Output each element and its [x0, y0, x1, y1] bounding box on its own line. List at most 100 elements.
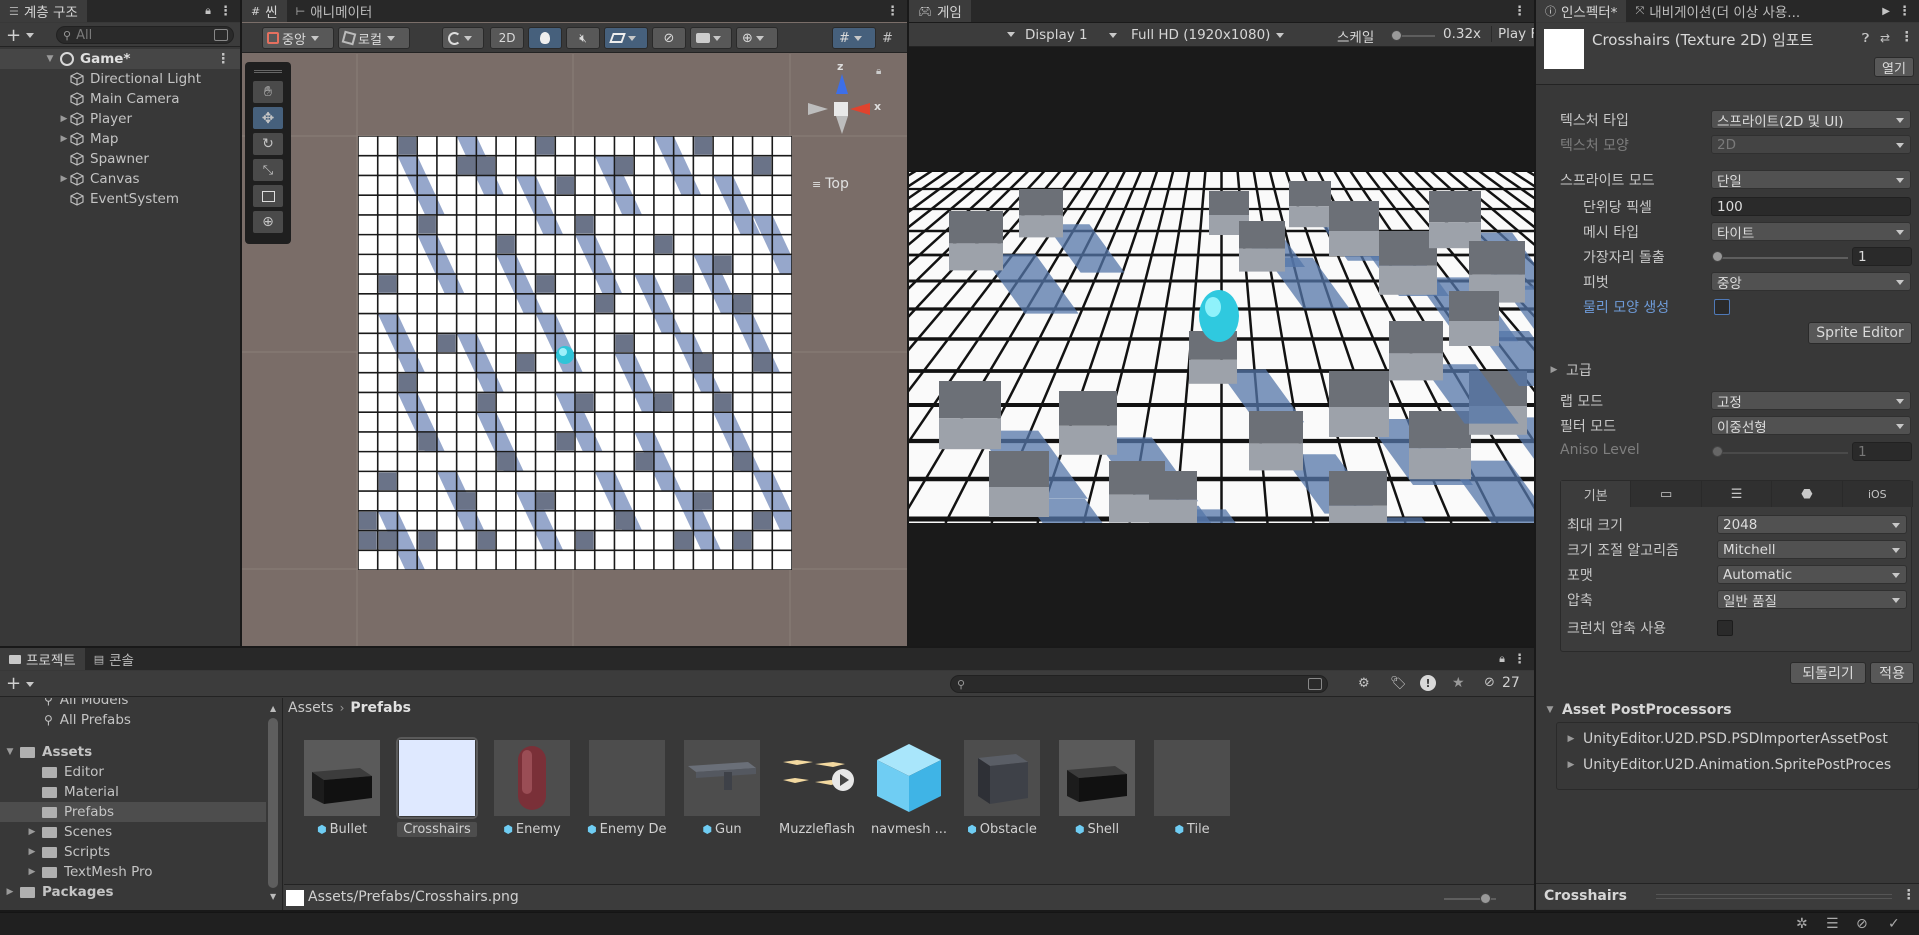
lock-icon[interactable]: 🔒︎ [876, 66, 881, 77]
lighting-toggle[interactable] [528, 27, 562, 49]
move-tool-button[interactable]: ✥ [253, 107, 283, 129]
scene-root-row[interactable]: ▼ Game* ⋮ [0, 49, 240, 69]
game-viewport[interactable] [909, 171, 1534, 523]
tab-console[interactable]: ▤ 콘솔 [85, 648, 143, 670]
hidden-objects-toggle[interactable]: ⊘ [652, 27, 686, 49]
inspector-prop-dropdown[interactable]: 단일 [1711, 170, 1911, 189]
kebab-menu-icon[interactable]: ⋮ [1513, 652, 1526, 667]
hierarchy-item[interactable]: Spawner [0, 149, 240, 169]
tab-inspector[interactable]: ⓘ 인스펙터* [1536, 0, 1627, 22]
gizmo-neg-x-cone[interactable] [808, 103, 828, 115]
hierarchy-item[interactable]: Directional Light [0, 69, 240, 89]
kebab-menu-icon[interactable]: ⋮ [886, 4, 899, 19]
platform-tab[interactable]: iOS [1842, 481, 1914, 507]
scale-tool-button[interactable]: ⤡ [253, 159, 283, 181]
advanced-foldout[interactable]: ▶ 고급 [1548, 360, 1592, 380]
revert-button[interactable]: 되돌리기 [1790, 662, 1866, 684]
expand-triangle-icon[interactable]: ▼ [4, 747, 16, 757]
project-folder-item[interactable]: ▶ Scenes [0, 822, 266, 842]
tree-divider[interactable] [282, 698, 283, 910]
mode-2d-toggle[interactable]: 2D [490, 27, 524, 49]
gizmo-x-cone[interactable] [850, 103, 870, 115]
chevron-down-icon[interactable] [26, 682, 34, 687]
kebab-menu-icon[interactable]: ⋮ [1900, 29, 1914, 45]
crunch-compression-checkbox[interactable] [1717, 620, 1733, 636]
increment-snap-icon[interactable]: # [882, 31, 893, 46]
kebab-menu-icon[interactable]: ⋮ [1902, 887, 1916, 903]
scene-viewport[interactable]: ✋︎ ✥ ↻ ⤡ ⊕ z x 🔒︎ ≡ Top [242, 54, 907, 646]
network-icon[interactable]: ⊘ [1856, 916, 1868, 932]
palette-grip[interactable] [254, 70, 282, 73]
platform-tab-default[interactable]: 기본 [1561, 481, 1632, 507]
tree-scroll-down-icon[interactable]: ▼ [270, 892, 276, 901]
tab-scene[interactable]: # 씬 [242, 0, 287, 22]
asset-item[interactable]: ⬢ Shell [1057, 740, 1137, 837]
asset-item[interactable]: ⬢ Obstacle [962, 740, 1042, 837]
search-type-icon[interactable] [214, 29, 228, 41]
pixels-per-unit-field[interactable]: 100 [1711, 197, 1911, 216]
expand-triangle-icon[interactable]: ▶ [58, 174, 70, 184]
gizmo-center-cube[interactable] [834, 102, 848, 116]
breadcrumb-assets[interactable]: Assets [288, 700, 334, 716]
scale-slider-knob[interactable] [1391, 30, 1402, 41]
asset-item[interactable]: Crosshairs [396, 737, 478, 837]
asset-item[interactable]: ⬢ Bullet [302, 740, 382, 837]
expand-triangle-icon[interactable]: ▶ [58, 114, 70, 124]
pivot-dropdown[interactable]: 중앙 [262, 27, 334, 49]
platform-prop-dropdown[interactable]: Mitchell [1717, 540, 1907, 559]
lock-icon[interactable]: 🔒︎ [205, 4, 211, 18]
expand-triangle-icon[interactable]: ▶ [58, 134, 70, 144]
camera-dropdown[interactable] [690, 27, 732, 49]
eye-slash-icon[interactable]: ⊘ [1484, 675, 1495, 690]
generate-physics-shape-checkbox[interactable] [1714, 299, 1730, 315]
effects-dropdown[interactable] [604, 27, 648, 49]
inspector-prop-dropdown[interactable]: 중앙 [1711, 272, 1911, 291]
tree-scroll-up-icon[interactable]: ▲ [270, 704, 276, 713]
platform-prop-dropdown[interactable]: Automatic [1717, 565, 1907, 584]
bug-icon[interactable]: ✲ [1796, 916, 1808, 932]
platform-prop-dropdown[interactable]: 일반 품질 [1717, 590, 1907, 609]
rotate-tool-button[interactable]: ↻ [253, 133, 283, 155]
extrude-edges-field[interactable]: 1 [1852, 247, 1912, 266]
apply-button[interactable]: 적용 [1870, 662, 1914, 684]
play-mode-dropdown[interactable]: Play F [1491, 26, 1534, 42]
kebab-menu-icon[interactable]: ⋮ [1513, 4, 1526, 19]
tab-game[interactable]: 🎮︎ 게임 [909, 0, 971, 22]
tree-scroll-thumb[interactable] [268, 718, 278, 888]
tab-animator[interactable]: ⊢ 애니메이터 [287, 0, 382, 22]
hierarchy-item[interactable]: ▶ Map [0, 129, 240, 149]
orientation-gizmo[interactable]: z x 🔒︎ [798, 60, 888, 154]
help-icon[interactable]: ❓︎ [1862, 31, 1869, 46]
icon-size-slider-knob[interactable] [1480, 893, 1491, 904]
star-icon[interactable]: ★ [1452, 675, 1465, 691]
inspector-prop-dropdown[interactable]: 타이트 [1711, 222, 1911, 241]
kebab-menu-icon[interactable]: ⋮ [1898, 4, 1911, 19]
tab-project[interactable]: 프로젝트 [0, 648, 85, 670]
project-search-item[interactable]: ⚲ All Models [0, 698, 266, 710]
postprocessors-foldout[interactable]: ▼ Asset PostProcessors [1544, 702, 1732, 718]
hierarchy-item[interactable]: Main Camera [0, 89, 240, 109]
platform-prop-dropdown[interactable]: 2048 [1717, 515, 1907, 534]
hierarchy-item[interactable]: EventSystem [0, 189, 240, 209]
asset-item[interactable]: ⬢ Gun [682, 740, 762, 837]
hierarchy-item[interactable]: ▶ Canvas [0, 169, 240, 189]
lock-icon[interactable]: 🔒︎ [1499, 652, 1505, 666]
extrude-edges-slider-knob[interactable] [1712, 251, 1723, 262]
asset-item[interactable]: Muzzleflash [777, 740, 857, 837]
search-type-icon[interactable] [1308, 678, 1322, 690]
game-view-dropdown-arrow[interactable] [1007, 32, 1015, 37]
project-folder-item[interactable]: Editor [0, 762, 266, 782]
chevron-down-icon[interactable] [26, 33, 34, 38]
gizmo-neg-z-cone[interactable] [836, 116, 848, 134]
display-dropdown[interactable]: Display 1 [1021, 23, 1121, 47]
label-tag-icon[interactable]: 🏷︎ [1390, 676, 1407, 691]
open-button[interactable]: 열기 [1874, 57, 1914, 77]
chevron-right-icon[interactable]: ▶ [1882, 6, 1890, 17]
space-dropdown[interactable]: 로컬 [338, 27, 410, 49]
expand-triangle-icon[interactable]: ▶ [4, 887, 16, 897]
expand-triangle-icon[interactable]: ▶ [26, 827, 38, 837]
draw-mode-dropdown[interactable] [442, 27, 484, 49]
hierarchy-search-input[interactable]: ⚲ All [56, 26, 234, 44]
project-search-input[interactable]: ⚲ [950, 675, 1328, 693]
hierarchy-item[interactable]: ▶ Player [0, 109, 240, 129]
